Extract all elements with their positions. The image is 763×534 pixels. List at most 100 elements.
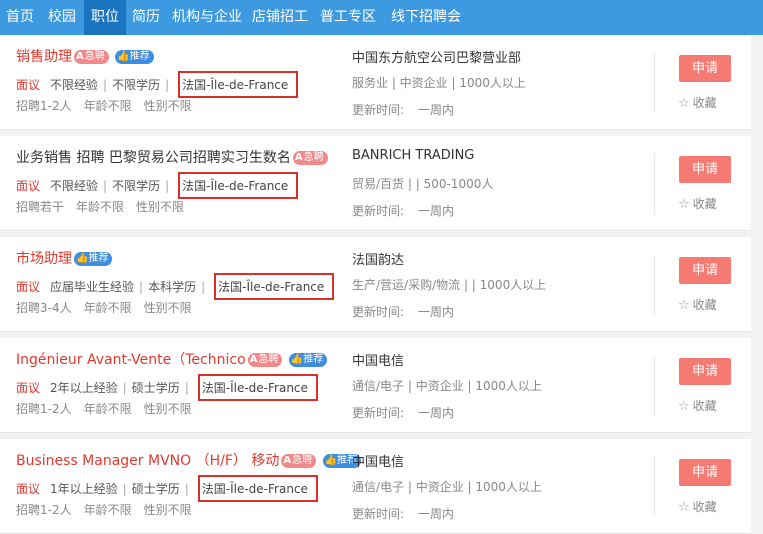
favorite-button[interactable]: ☆ 收藏: [678, 296, 717, 313]
company-name-link[interactable]: 中国电信: [352, 350, 404, 369]
headcount: 招聘3-4人: [16, 301, 72, 315]
gender-requirement: 性别不限: [143, 99, 192, 113]
update-time: 更新时间: 一周内: [352, 406, 455, 420]
nav-general-labor[interactable]: 普工专区: [312, 0, 384, 35]
job-requirements: 面议 2年以上经验 | 硕士学历 | 法国-Île-de-France: [16, 374, 318, 401]
job-card: 销售助理 A急聘 👍推荐 面议 不限经验 | 不限学历 | 法国-Île-de-France…: [0, 35, 751, 130]
thumbs-up-icon: 👍: [324, 455, 338, 466]
age-requirement: 年龄不限: [83, 301, 132, 315]
star-icon: ☆: [678, 500, 690, 515]
headcount: 招聘1-2人: [16, 503, 72, 517]
nav-resume[interactable]: 简历: [126, 0, 166, 35]
recommend-badge: 👍推荐: [115, 50, 154, 64]
company-info: 通信/电子 | 中资企业 | 1000人以上: [352, 480, 542, 494]
job-title-text: 销售助理: [16, 49, 72, 65]
job-title-link[interactable]: 业务销售 招聘 巴黎贸易公司招聘实习生数名 A急聘: [16, 147, 328, 167]
star-icon: ☆: [678, 96, 690, 111]
divider: |: [122, 381, 127, 395]
star-icon: ☆: [678, 399, 690, 414]
favorite-button[interactable]: ☆ 收藏: [678, 195, 717, 212]
thumbs-up-icon: 👍: [117, 51, 130, 62]
update-time: 更新时间: 一周内: [352, 507, 455, 521]
age-requirement: 年龄不限: [83, 99, 132, 113]
experience: 应届毕业生经验: [50, 280, 135, 294]
headcount: 招聘1-2人: [16, 402, 72, 416]
update-time: 更新时间: 一周内: [352, 103, 455, 117]
location-highlight: 法国-Île-de-France: [178, 71, 299, 98]
age-requirement: 年龄不限: [83, 402, 132, 416]
favorite-button[interactable]: ☆ 收藏: [678, 397, 717, 414]
job-title-link[interactable]: Ingénieur Avant-Vente（Technico A急聘 👍推荐: [16, 349, 328, 369]
location-highlight: 法国-Île-de-France: [178, 172, 299, 199]
favorite-button[interactable]: ☆ 收藏: [678, 498, 717, 515]
job-card: 市场助理 👍推荐 面议 应届毕业生经验 | 本科学历 | 法国-Île-de-France …: [0, 237, 751, 332]
job-card: Ingénieur Avant-Vente（Technico A急聘 👍推荐 面议…: [0, 338, 751, 433]
job-meta: 招聘1-2人 年龄不限 性别不限: [16, 501, 204, 518]
company-name-link[interactable]: 中国东方航空公司巴黎营业部: [352, 47, 521, 66]
divider: |: [122, 482, 127, 496]
job-title-text: 业务销售 招聘 巴黎贸易公司招聘实习生数名: [16, 150, 291, 166]
job-meta: 招聘1-2人 年龄不限 性别不限: [16, 400, 204, 417]
divider-line: [654, 53, 655, 113]
education: 不限学历: [112, 78, 161, 92]
education: 本科学历: [148, 280, 197, 294]
headcount: 招聘若干: [16, 200, 65, 214]
apply-button[interactable]: 申请: [679, 358, 731, 385]
job-card: 业务销售 招聘 巴黎贸易公司招聘实习生数名 A急聘 面议 不限经验 | 不限学历 | 法国-…: [0, 136, 751, 231]
salary: 面议: [16, 381, 41, 395]
company-name-link[interactable]: BANRICH TRADING: [352, 148, 474, 163]
urgent-icon: A: [76, 51, 84, 62]
education: 硕士学历: [131, 381, 180, 395]
star-icon: ☆: [678, 197, 690, 212]
job-title-link[interactable]: Business Manager MVNO （H/F） 移动 A急聘 👍推荐: [16, 450, 362, 470]
nav-shop-hiring[interactable]: 店铺招工: [248, 0, 312, 35]
location-highlight: 法国-Île-de-France: [197, 475, 318, 502]
urgent-badge: A急聘: [281, 454, 317, 468]
apply-button[interactable]: 申请: [679, 459, 731, 486]
age-requirement: 年龄不限: [83, 503, 132, 517]
favorite-button[interactable]: ☆ 收藏: [678, 94, 717, 111]
apply-button[interactable]: 申请: [679, 257, 731, 284]
company-info: 贸易/百货 | | 500-1000人: [352, 177, 494, 191]
divider: |: [103, 78, 108, 92]
age-requirement: 年龄不限: [76, 200, 125, 214]
apply-button[interactable]: 申请: [679, 55, 731, 82]
divider: |: [165, 179, 170, 193]
location-highlight: 法国-Île-de-France: [197, 374, 318, 401]
urgent-icon: A: [294, 152, 303, 163]
salary: 面议: [16, 280, 41, 294]
gender-requirement: 性别不限: [143, 402, 192, 416]
job-title-link[interactable]: 市场助理 👍推荐: [16, 248, 113, 268]
job-meta: 招聘1-2人 年龄不限 性别不限: [16, 97, 204, 114]
divider: |: [184, 381, 189, 395]
experience: 不限经验: [50, 179, 99, 193]
divider-line: [654, 255, 655, 315]
nav-job-fairs[interactable]: 线下招聘会: [384, 0, 468, 35]
job-requirements: 面议 1年以上经验 | 硕士学历 | 法国-Île-de-France: [16, 475, 318, 502]
gender-requirement: 性别不限: [136, 200, 185, 214]
urgent-icon: A: [283, 455, 292, 466]
job-meta: 招聘若干 年龄不限 性别不限: [16, 198, 196, 215]
job-title-link[interactable]: 销售助理 A急聘 👍推荐: [16, 46, 154, 66]
experience: 不限经验: [50, 78, 99, 92]
urgent-icon: A: [249, 354, 258, 365]
urgent-badge: A急聘: [292, 151, 328, 165]
headcount: 招聘1-2人: [16, 99, 72, 113]
apply-button[interactable]: 申请: [679, 156, 731, 183]
divider-line: [654, 457, 655, 517]
job-title-text: Business Manager MVNO （H/F） 移动: [16, 453, 280, 469]
education: 不限学历: [112, 179, 161, 193]
nav-home[interactable]: 首页: [0, 0, 40, 35]
nav-campus[interactable]: 校园: [40, 0, 84, 35]
thumbs-up-icon: 👍: [76, 253, 89, 264]
company-name-link[interactable]: 中国电信: [352, 451, 404, 470]
star-icon: ☆: [678, 298, 690, 313]
education: 硕士学历: [131, 482, 180, 496]
divider: |: [165, 78, 170, 92]
thumbs-up-icon: 👍: [290, 354, 304, 365]
company-name-link[interactable]: 法国韵达: [352, 249, 404, 268]
nav-jobs[interactable]: 职位: [84, 0, 126, 35]
recommend-badge: 👍推荐: [74, 252, 113, 266]
nav-companies[interactable]: 机构与企业: [166, 0, 248, 35]
divider: |: [201, 280, 206, 294]
